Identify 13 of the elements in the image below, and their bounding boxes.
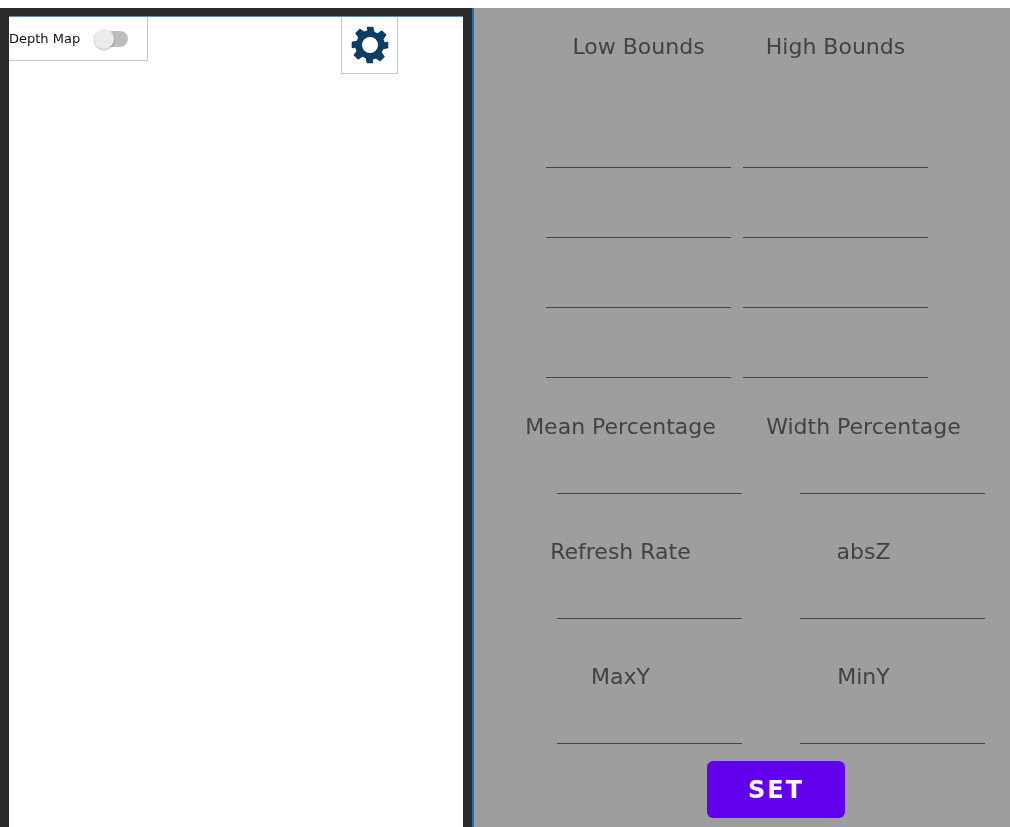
settings-icon <box>349 25 390 65</box>
field-label: Refresh Rate <box>550 539 691 564</box>
field-label: MinY <box>837 664 890 689</box>
set-button[interactable]: SET <box>707 761 845 818</box>
field-label: absZ <box>836 539 891 564</box>
toggle-label: Depth Map <box>9 31 81 46</box>
settings-button[interactable] <box>341 17 398 74</box>
field-label: Mean Percentage <box>525 414 716 439</box>
field-label: MaxY <box>591 664 650 689</box>
field-label: Width Percentage <box>766 414 961 439</box>
column-header: High Bounds <box>764 34 907 59</box>
depth-map-switch[interactable] <box>94 30 129 47</box>
column-header: Low Bounds <box>571 34 706 59</box>
